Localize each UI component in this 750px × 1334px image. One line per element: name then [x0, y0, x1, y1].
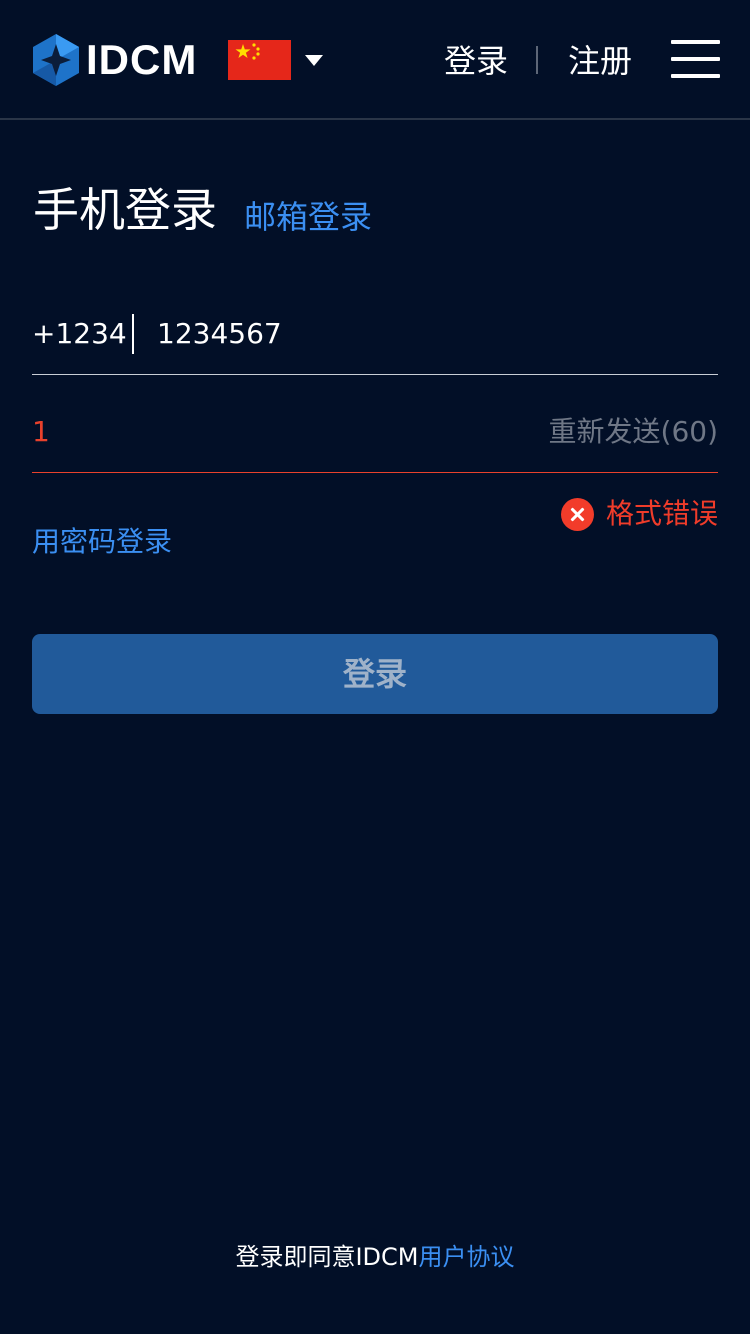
error-text: 格式错误 [605, 497, 718, 530]
error-close-icon [560, 497, 594, 531]
agreement-footer: 登录即同意IDCM用户协议 [0, 1238, 750, 1276]
verification-code-field[interactable]: 1 重新发送(60) [32, 408, 718, 473]
nav-login-link[interactable]: 登录 [444, 40, 508, 82]
phone-input[interactable]: 1234567 [157, 312, 282, 356]
nav-register-link[interactable]: 注册 [568, 40, 632, 82]
password-login-link[interactable]: 用密码登录 [32, 522, 172, 562]
error-message: 格式错误 [560, 494, 718, 534]
verification-code-input[interactable]: 1 [32, 410, 50, 454]
caret-down-icon[interactable] [305, 55, 323, 66]
top-header: IDCM 登录 注册 [0, 0, 750, 120]
brand-name[interactable]: IDCM [86, 36, 197, 84]
resend-code-button[interactable]: 重新发送(60) [549, 410, 718, 454]
phone-divider [132, 314, 134, 354]
china-flag-icon[interactable] [228, 40, 291, 80]
phone-field[interactable]: +1234 1234567 [32, 310, 718, 375]
user-agreement-link[interactable]: 用户协议 [419, 1243, 515, 1271]
login-button[interactable]: 登录 [32, 634, 718, 714]
email-login-tab[interactable]: 邮箱登录 [244, 196, 372, 238]
page-title: 手机登录 [33, 183, 217, 237]
nav-divider [536, 46, 538, 74]
agreement-text: 登录即同意IDCM [235, 1243, 419, 1271]
country-code-selector[interactable]: +1234 [32, 312, 127, 356]
idcm-logo-icon[interactable] [33, 34, 79, 86]
hamburger-menu-icon[interactable] [671, 40, 720, 80]
